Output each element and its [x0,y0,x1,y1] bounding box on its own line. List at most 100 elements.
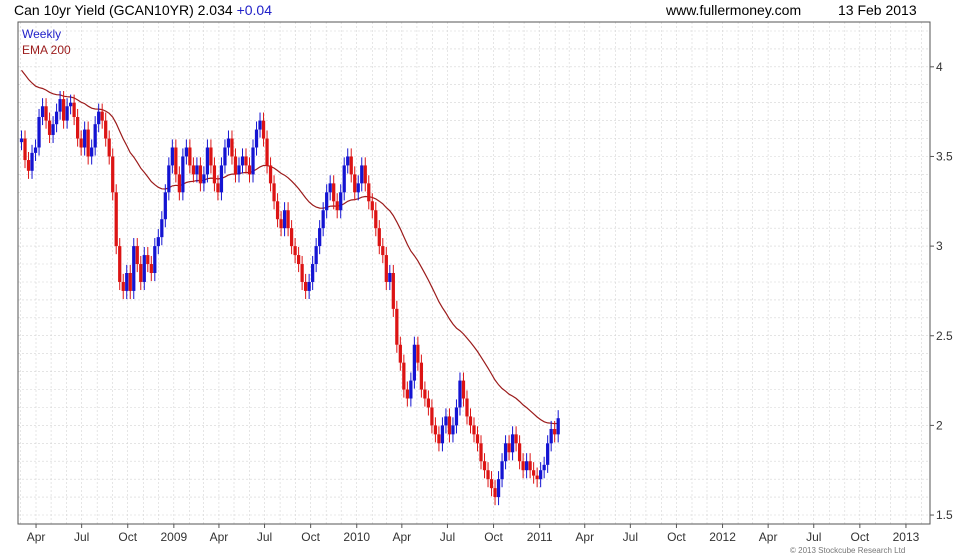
candle-body [202,174,206,184]
candle-body [146,255,150,265]
candle-body [391,273,395,309]
candle-body [507,443,511,453]
candle-body [458,380,462,408]
candle-body [68,102,73,107]
candle-body [230,138,234,157]
candle [328,175,332,201]
candle-body [321,210,325,229]
candle [500,453,504,488]
candle-body [79,138,83,148]
candle [374,202,378,237]
x-tick-label: Oct [851,530,870,544]
x-tick-label: Oct [484,530,503,544]
candle-body [514,434,518,444]
candle [524,453,529,479]
candle [149,255,153,282]
candle-body [265,138,269,166]
candle-body [517,443,522,462]
candle-body [296,255,301,265]
candle-body [132,246,136,291]
candle-body [419,362,424,390]
candle-body [433,425,438,435]
candle-body [409,380,413,399]
candle [444,408,448,434]
candle [412,336,416,389]
candle [268,157,273,192]
candle-body [240,156,245,166]
candle-body [346,156,350,166]
candle [37,108,41,156]
candle-body [51,124,55,135]
candle-body [553,428,557,435]
candle [503,435,508,470]
candle-body [461,380,466,399]
candle [184,139,188,165]
candle [83,121,87,156]
candle-body [83,129,87,148]
x-tick-label: Jul [440,530,455,544]
candle-body [475,434,480,444]
candle-body [233,156,238,175]
candle-body [496,479,501,498]
candle [65,98,69,129]
candle-body [90,147,94,157]
candle-body [142,255,146,282]
candle [377,220,381,255]
candle [240,148,245,174]
candle-body [328,183,332,193]
candle-body [163,192,167,220]
candle [139,255,143,291]
candle [170,139,174,174]
candle [258,112,262,138]
candle [342,157,346,201]
candle-body [304,281,308,291]
candle [51,116,55,144]
candle [247,157,252,183]
copyright-notice: © 2013 Stockcube Research Ltd [790,546,906,555]
candle [132,238,136,299]
candle-body [65,106,69,121]
candle-body [37,117,41,148]
candle [416,336,420,371]
candle-body [170,147,174,166]
candle [367,175,371,210]
candle-body [300,264,304,282]
candle-body [377,228,381,247]
candle [153,238,157,282]
candle-body [349,156,353,175]
candle [212,157,217,192]
candle-body [86,129,90,157]
candle [191,157,196,183]
candle-body [275,201,280,220]
candle-body [76,117,80,139]
candle-body [493,488,497,498]
candle [402,354,406,398]
candle [433,417,438,443]
candle-body [332,183,336,202]
weekly-candles-series [19,91,560,506]
candle-body [167,165,171,193]
x-tick-label: Apr [392,530,411,544]
candle-body [556,418,560,435]
candle-body [205,147,210,175]
candle-body [33,147,38,153]
candle [156,229,160,255]
candle-body [58,99,62,112]
candle-body [367,183,371,202]
candle [405,381,409,407]
candle-body [416,344,420,363]
y-tick-label: 3.5 [936,149,953,163]
candle-body [539,470,543,480]
candle-body [472,425,476,435]
candle-body [188,147,192,166]
candle-body [430,407,434,426]
candle-body [318,228,322,247]
x-tick-label: Oct [667,530,686,544]
candle-body [237,165,241,175]
candle [223,139,227,174]
x-tick-label: Apr [210,530,229,544]
candle-body [47,120,52,135]
candle-body [181,156,185,193]
candle [353,166,357,201]
candle-body [223,147,227,166]
